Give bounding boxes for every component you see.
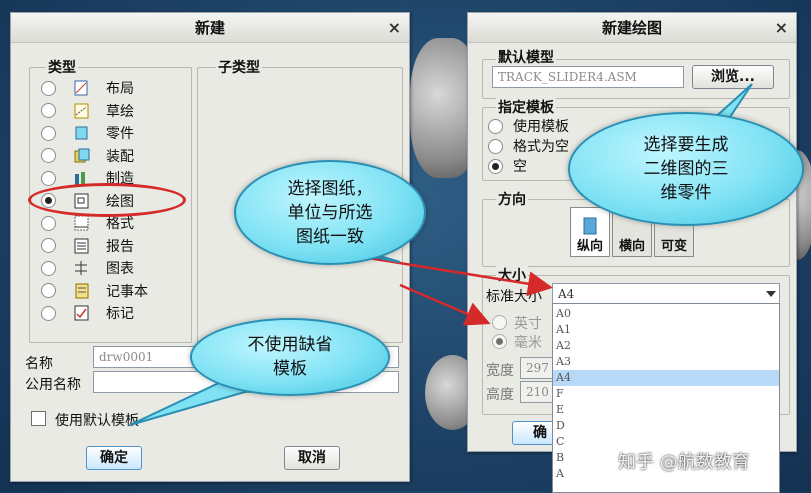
callout-select-model: 选择要生成 二维图的三 维零件: [568, 112, 804, 226]
callout-select-paper: 选择图纸， 单位与所选 图纸一致: [234, 160, 426, 265]
callout-no-default-template: 不使用缺省 模板: [190, 318, 390, 396]
callout-tails: [129, 83, 753, 426]
